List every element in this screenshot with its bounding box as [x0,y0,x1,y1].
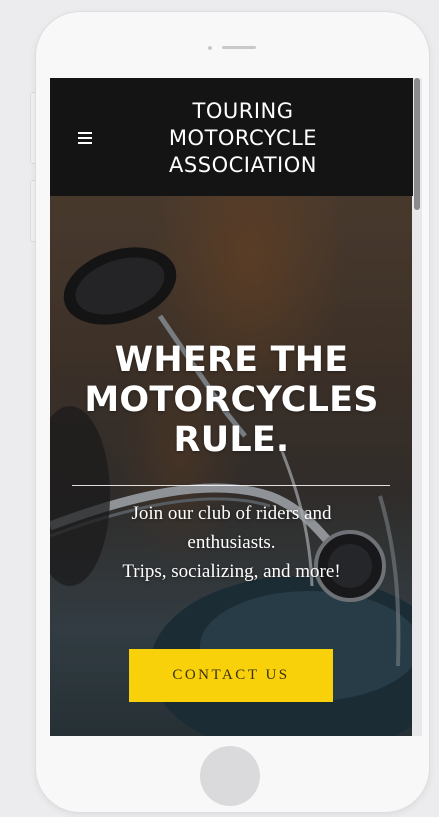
hero-title-line: RULE. [173,420,290,460]
hamburger-menu-icon[interactable] [78,130,96,144]
site-title-line: TOURING [192,99,294,123]
screen-scrollbar[interactable] [412,78,422,736]
site-title-line: ASSOCIATION [169,153,317,177]
hero-title: WHERE THE MOTORCYCLES RULE. [50,340,413,460]
phone-home-button [200,746,260,806]
phone-speaker-grille [222,46,256,49]
hero-subtitle: Join our club of riders and enthusiasts.… [70,499,393,586]
site-title-line: MOTORCYCLE [168,126,318,150]
site-title[interactable]: TOURING MOTORCYCLE ASSOCIATION [128,98,358,179]
phone-screen: TOURING MOTORCYCLE ASSOCIATION WHERE THE… [50,78,413,736]
device-preview-canvas: TOURING MOTORCYCLE ASSOCIATION WHERE THE… [0,0,439,817]
site-header: TOURING MOTORCYCLE ASSOCIATION [50,78,413,196]
hero-subtitle-line: Trips, socializing, and more! [122,561,341,582]
hero-title-line: MOTORCYCLES [84,380,379,420]
phone-camera-dot [208,46,212,50]
scrollbar-thumb[interactable] [414,78,420,210]
contact-us-button[interactable]: CONTACT US [129,649,333,702]
hero-subtitle-line: Join our club of riders and [131,503,332,524]
hero-section: WHERE THE MOTORCYCLES RULE. Join our clu… [50,196,413,736]
hero-divider [72,485,390,486]
hero-title-line: WHERE THE [114,340,349,380]
phone-speaker-icon [208,46,270,50]
hero-subtitle-line: enthusiasts. [187,532,276,553]
